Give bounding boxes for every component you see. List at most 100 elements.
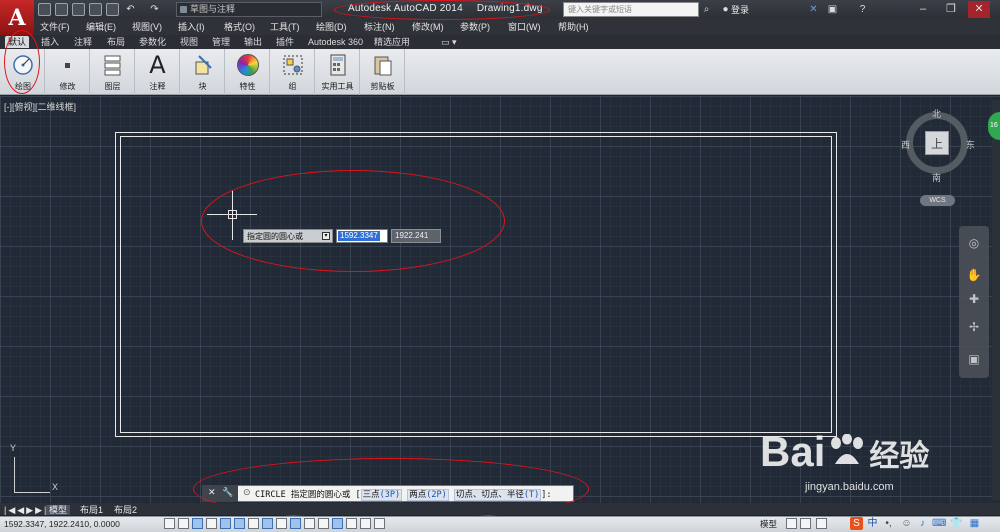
menu-parametric[interactable]: 参数(P)	[460, 20, 490, 33]
zoom-icon[interactable]: ✚	[964, 290, 984, 308]
color-wheel-icon	[235, 52, 261, 78]
annotation-monitor-icon[interactable]	[360, 518, 371, 529]
block-button[interactable]: 块	[181, 49, 225, 95]
compass-east[interactable]: 东	[966, 138, 975, 151]
selection-cycling-icon[interactable]	[346, 518, 357, 529]
utilities-button[interactable]: 实用工具	[316, 49, 360, 95]
new-file-icon[interactable]	[38, 3, 51, 16]
emoji-icon[interactable]: ☺	[900, 517, 913, 530]
coordinate-readout[interactable]: 1592.3347, 1922.2410, 0.0000	[4, 519, 120, 529]
object-snap-tracking-icon[interactable]	[262, 518, 273, 529]
menu-help[interactable]: 帮助(H)	[558, 20, 589, 33]
menu-modify[interactable]: 修改(M)	[412, 20, 444, 33]
annotation-scale-icon[interactable]	[816, 518, 827, 529]
menu-draw[interactable]: 绘图(D)	[316, 20, 347, 33]
utilities-label: 实用工具	[321, 82, 354, 91]
login-button[interactable]: 登录	[731, 3, 749, 16]
properties-button[interactable]: 特性	[226, 49, 270, 95]
tab-layout2[interactable]: 布局2	[114, 505, 137, 515]
object-snap-icon[interactable]	[234, 518, 245, 529]
binoculars-icon[interactable]: ⌕	[700, 3, 713, 16]
grid-display-icon[interactable]	[192, 518, 203, 529]
application-menu-button[interactable]: A	[0, 0, 34, 35]
exchange-icon[interactable]: ✕	[807, 3, 820, 16]
viewcube-top-face[interactable]: 上	[925, 131, 949, 155]
group-button[interactable]: 组	[271, 49, 315, 95]
viewport-controls[interactable]: [-][俯视][二维线框]	[4, 100, 76, 113]
menu-edit[interactable]: 编辑(E)	[86, 20, 116, 33]
tab-layout[interactable]: 布局	[104, 36, 128, 48]
workspace-dropdown[interactable]: 草图与注释	[176, 2, 322, 17]
open-icon[interactable]	[55, 3, 68, 16]
menu-dimension[interactable]: 标注(N)	[364, 20, 395, 33]
sogou-ime-icon[interactable]: S	[850, 517, 863, 530]
menu-insert[interactable]: 插入(I)	[178, 20, 205, 33]
lineweight-icon[interactable]	[304, 518, 315, 529]
user-group-icon[interactable]: ▣	[826, 3, 839, 16]
help-icon[interactable]: ?	[856, 3, 869, 16]
menu-file[interactable]: 文件(F)	[40, 20, 70, 33]
tab-nav-arrows-icon[interactable]: |◀◀▶▶|	[4, 505, 48, 515]
dynamic-ucs-icon[interactable]	[276, 518, 287, 529]
keyboard-icon[interactable]: ⌨	[932, 517, 946, 530]
annotation-ellipse-draw	[4, 30, 40, 94]
snap-mode-icon[interactable]	[178, 518, 189, 529]
layers-button[interactable]: 图层	[91, 49, 135, 95]
compass-south[interactable]: 南	[932, 171, 941, 184]
menu-tools[interactable]: 工具(T)	[270, 20, 300, 33]
compass-north[interactable]: 北	[932, 107, 941, 120]
search-input[interactable]: 键入关键字或短语	[563, 2, 699, 17]
minimize-button[interactable]: –	[912, 1, 934, 18]
more-status-icon[interactable]	[374, 518, 385, 529]
restore-button[interactable]: ❐	[940, 1, 962, 18]
redo-icon[interactable]: ↷	[148, 3, 161, 16]
menu-view[interactable]: 视图(V)	[132, 20, 162, 33]
quick-properties-icon[interactable]	[332, 518, 343, 529]
ime-language[interactable]: 中	[866, 517, 879, 530]
polar-tracking-icon[interactable]	[220, 518, 231, 529]
tab-featured-apps[interactable]: 精选应用	[371, 36, 413, 48]
tab-plugins[interactable]: 插件	[273, 36, 297, 48]
menu-format[interactable]: 格式(O)	[224, 20, 255, 33]
clipboard-button[interactable]: 剪贴板	[361, 49, 405, 95]
tab-parametric[interactable]: 参数化	[136, 36, 169, 48]
quick-view-drawings-icon[interactable]	[800, 518, 811, 529]
skin-icon[interactable]: 👕	[950, 517, 963, 530]
pan-hand-icon[interactable]: ✋	[964, 266, 984, 284]
compass-west[interactable]: 西	[901, 138, 910, 151]
annotation-button[interactable]: A 注释	[136, 49, 180, 95]
layout-tab-bar	[0, 503, 1000, 515]
tab-output[interactable]: 输出	[241, 36, 265, 48]
tab-annotate[interactable]: 注释	[71, 36, 95, 48]
punctuation-icon[interactable]: •,	[882, 517, 895, 530]
model-space-button[interactable]: 模型	[760, 518, 777, 530]
ribbon-options-icon[interactable]: ▭ ▾	[438, 36, 460, 48]
toolbox-icon[interactable]: ▦	[968, 517, 981, 530]
orbit-icon[interactable]: ✢	[964, 318, 984, 336]
print-icon[interactable]	[106, 3, 119, 16]
ortho-mode-icon[interactable]	[206, 518, 217, 529]
block-icon	[190, 52, 216, 78]
tab-view[interactable]: 视图	[177, 36, 201, 48]
tab-insert[interactable]: 插入	[38, 36, 62, 48]
tab-manage[interactable]: 管理	[209, 36, 233, 48]
quick-view-layouts-icon[interactable]	[786, 518, 797, 529]
save-icon[interactable]	[72, 3, 85, 16]
group-label: 组	[288, 82, 297, 91]
infer-constraints-icon[interactable]	[164, 518, 175, 529]
3d-object-snap-icon[interactable]	[248, 518, 259, 529]
tab-autodesk-360[interactable]: Autodesk 360	[305, 36, 366, 48]
steering-wheel-icon[interactable]: ◎	[964, 234, 984, 252]
transparency-icon[interactable]	[318, 518, 329, 529]
modify-button[interactable]: 修改	[46, 49, 90, 95]
tab-layout1[interactable]: 布局1	[80, 505, 103, 515]
tab-model[interactable]: 模型	[46, 505, 71, 515]
wcs-menu[interactable]: WCS	[920, 195, 955, 206]
microphone-icon[interactable]: ♪	[916, 517, 929, 530]
close-button[interactable]: ✕	[968, 1, 990, 18]
showmotion-icon[interactable]: ▣	[964, 350, 984, 368]
undo-icon[interactable]: ↶	[124, 3, 137, 16]
dynamic-input-icon[interactable]	[290, 518, 301, 529]
menu-window[interactable]: 窗口(W)	[508, 20, 541, 33]
save-as-icon[interactable]	[89, 3, 102, 16]
